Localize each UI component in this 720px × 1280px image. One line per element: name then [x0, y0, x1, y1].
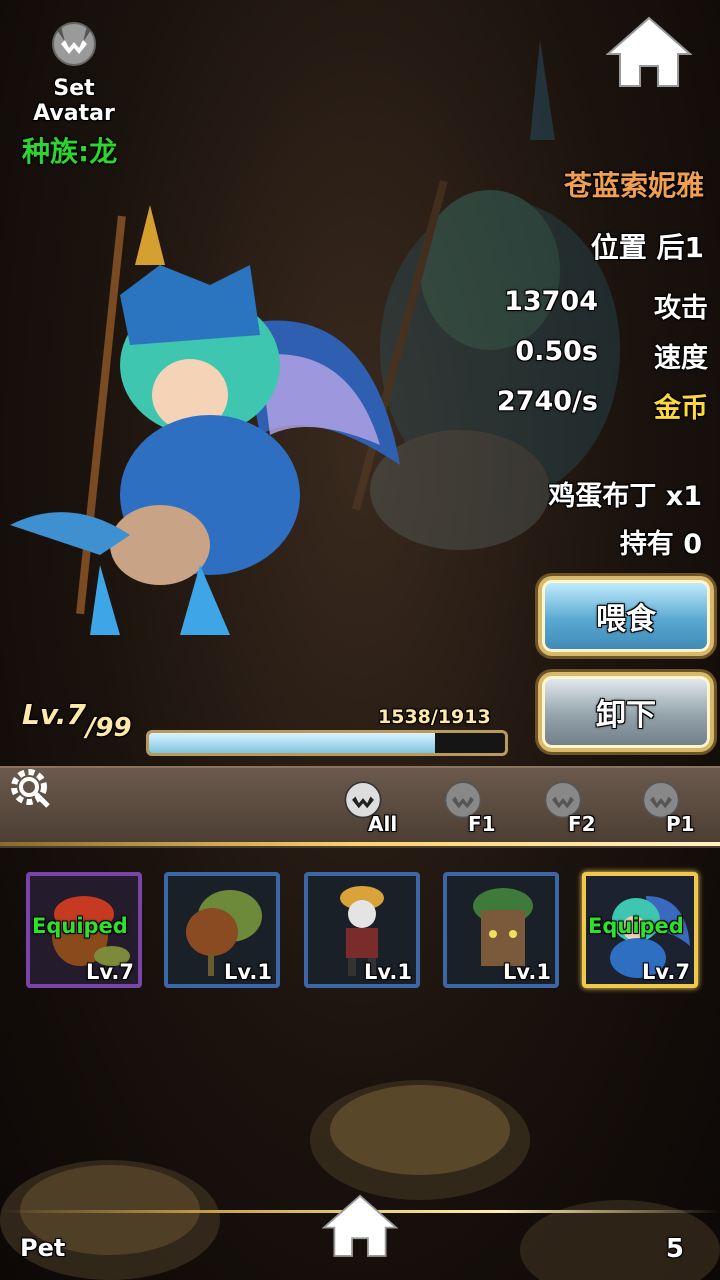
race-label: 种族:龙: [22, 135, 118, 168]
stat-speed: 0.50s 速度: [448, 336, 708, 376]
filter-all[interactable]: All: [338, 778, 408, 836]
filter-p1[interactable]: P1: [636, 778, 706, 836]
pet-slot[interactable]: Equiped Lv.7: [26, 872, 142, 988]
pet-position: 位置 后1: [590, 231, 704, 264]
level-current: Lv.7: [22, 698, 86, 731]
pet-name: 苍蓝索妮雅: [563, 169, 704, 202]
slot-level: Lv.1: [224, 960, 272, 984]
stat-label: 金币: [654, 393, 708, 424]
gear-icon[interactable]: [6, 764, 52, 810]
filter-label: F2: [568, 812, 596, 836]
pet-artwork: [10, 205, 400, 635]
stat-value: 0.50s: [515, 336, 598, 367]
stat-value: 2740/s: [496, 386, 598, 417]
exp-bar: [146, 730, 508, 756]
set-avatar-label: Set Avatar: [33, 76, 115, 126]
filter-label: All: [368, 812, 398, 836]
level-indicator: Lv.7/99: [22, 698, 132, 743]
pet-count: 5: [665, 1234, 684, 1264]
exp-text: 1538/1913: [378, 706, 491, 728]
feed-item-label: 鸡蛋布丁 x1: [548, 481, 702, 512]
stat-gold: 2740/s 金币: [448, 386, 708, 426]
exp-bar-fill: [149, 733, 436, 753]
wolf-head-icon: [52, 22, 96, 66]
filter-label: F1: [468, 812, 496, 836]
slot-level: Lv.1: [364, 960, 412, 984]
set-avatar-button[interactable]: Set Avatar: [14, 18, 134, 126]
filter-label: P1: [666, 812, 695, 836]
home-icon[interactable]: [606, 14, 692, 88]
unequip-button[interactable]: 卸下: [538, 672, 714, 752]
pet-slot[interactable]: Lv.1: [164, 872, 280, 988]
home-icon[interactable]: [322, 1192, 398, 1258]
tab-label: Pet: [20, 1234, 66, 1262]
slot-level: Lv.7: [642, 960, 690, 984]
filter-f2[interactable]: F2: [538, 778, 608, 836]
stat-attack: 13704 攻击: [448, 286, 708, 326]
divider: [0, 842, 720, 846]
stat-label: 攻击: [654, 293, 708, 324]
equipped-badge: Equiped: [32, 914, 128, 938]
pet-slot-selected[interactable]: Equiped Lv.7: [582, 872, 698, 988]
pet-slot[interactable]: Lv.1: [443, 872, 559, 988]
owned-count: 持有 0: [619, 529, 702, 560]
stat-value: 13704: [504, 286, 598, 317]
equipped-badge: Equiped: [588, 914, 684, 938]
pet-slot[interactable]: Lv.1: [304, 872, 420, 988]
filter-f1[interactable]: F1: [438, 778, 508, 836]
feed-button[interactable]: 喂食: [538, 576, 714, 656]
slot-level: Lv.1: [503, 960, 551, 984]
level-max: /99: [85, 713, 132, 743]
slot-level: Lv.7: [86, 960, 134, 984]
stat-label: 速度: [654, 343, 708, 374]
